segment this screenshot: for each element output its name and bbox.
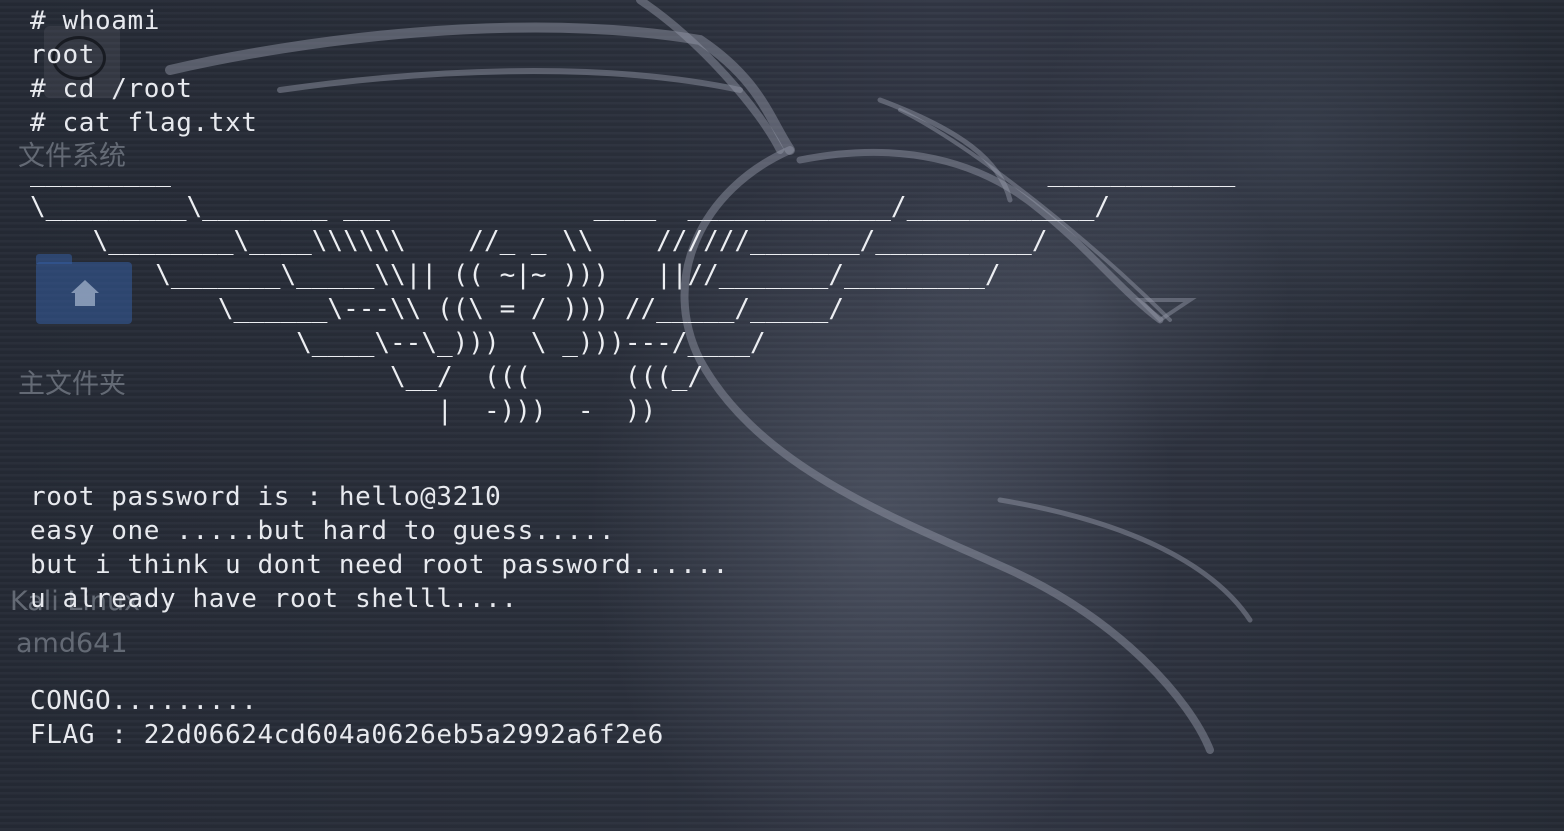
ascii-line: \_______\_____\\|| (( ~|~ ))) ||//______… <box>30 260 1001 290</box>
terminal-command-whoami: # whoami <box>30 6 161 36</box>
ascii-line: _________ ____________ <box>30 158 1236 188</box>
ascii-line: \________\____\\\\\\ //_ _ \\ //////____… <box>30 226 1048 256</box>
ascii-art-banner: _________ ____________ \_________\______… <box>30 156 1235 428</box>
terminal-output-root: root <box>30 40 96 70</box>
message-line: but i think u dont need root password...… <box>30 550 729 580</box>
ascii-line: \_________\________ ___ ____ ___________… <box>30 192 1111 222</box>
ascii-line: \____\--\_))) \ _)))---/____/ <box>30 328 766 358</box>
terminal-command-cd: # cd /root <box>30 74 193 104</box>
desktop-icon-label-kali-arch[interactable]: amd641 <box>16 628 128 659</box>
ascii-line: | -))) - )) <box>30 396 657 426</box>
ascii-line: \______\---\\ ((\ = / ))) //_____/_____/ <box>30 294 844 324</box>
flag-text: FLAG : 22d06624cd604a0626eb5a2992a6f2e6 <box>30 720 664 750</box>
terminal-command-cat: # cat flag.txt <box>30 108 258 138</box>
congrats-text: CONGO......... <box>30 686 258 716</box>
message-line: u already have root shelll.... <box>30 584 518 614</box>
ascii-line: \__/ ((( (((_/ <box>30 362 704 392</box>
message-line: root password is : hello@3210 <box>30 482 502 512</box>
message-line: easy one .....but hard to guess..... <box>30 516 616 546</box>
